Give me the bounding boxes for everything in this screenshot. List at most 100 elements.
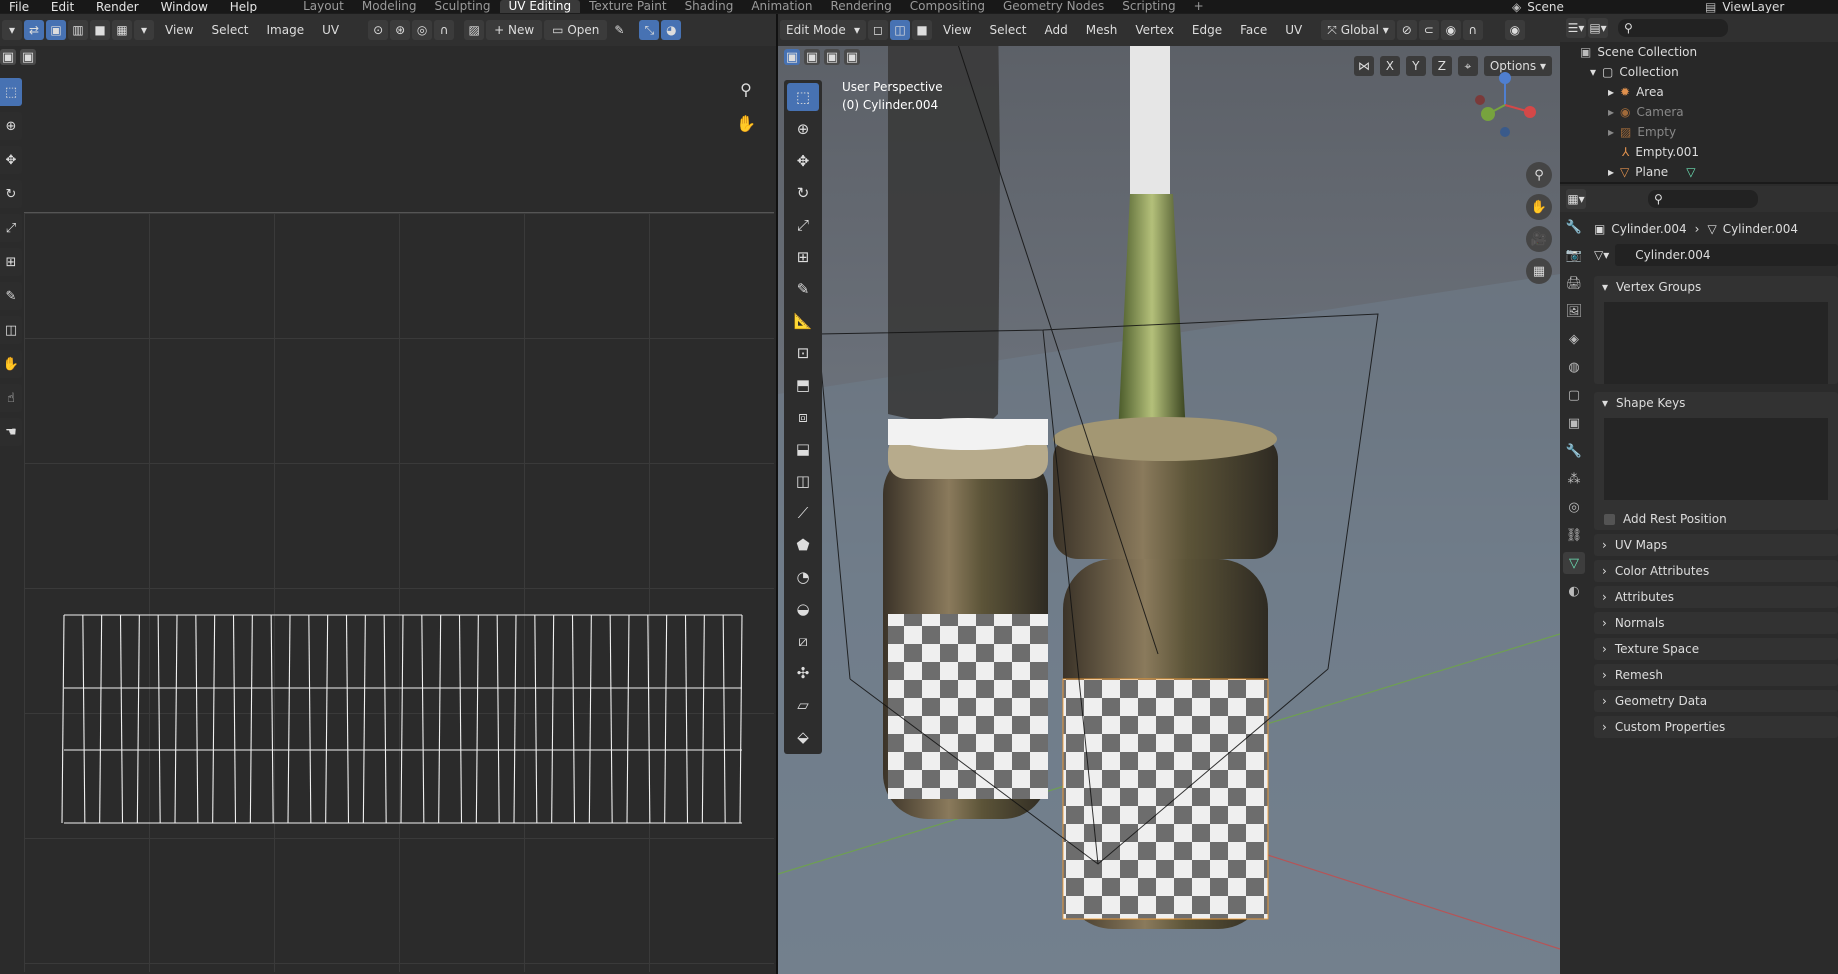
collection-icon[interactable]: ▢ [1563,384,1585,406]
uv-maps-panel[interactable]: › UV Maps [1594,534,1838,556]
vp-menu-select[interactable]: Select [989,23,1026,37]
falloff-icon[interactable]: ∩ [434,20,455,40]
attributes-panel[interactable]: › Attributes [1594,586,1838,608]
vp-menu-edge[interactable]: Edge [1192,23,1222,37]
view-layer-icon[interactable]: 🖼 [1563,300,1585,322]
loop-cut-icon[interactable]: ◫ [787,467,819,495]
tool-icon[interactable]: 🔧 [1563,216,1585,238]
mirror-y-toggle[interactable]: Y [1405,56,1426,76]
vertex-groups-list[interactable] [1604,302,1828,384]
uv-menu-view[interactable]: View [165,23,193,37]
expand-arrow-icon[interactable]: ▸ [1608,105,1614,119]
pivot-point-icon[interactable]: ⊘ [1396,20,1417,40]
outliner-search-input[interactable]: ⚲ [1618,19,1728,37]
outliner-item-empty[interactable]: ▸ ▨ Empty [1560,122,1838,142]
color-attributes-panel[interactable]: › Color Attributes [1594,560,1838,582]
poly-build-icon[interactable]: ⬟ [787,531,819,559]
rotate-icon[interactable]: ↻ [787,179,819,207]
perspective-grid-icon[interactable]: ▦ [1526,258,1552,284]
gizmo-icon[interactable]: ⤡ [639,20,660,40]
render-icon[interactable]: 📷 [1563,244,1585,266]
transform-icon[interactable]: ⊞ [787,243,819,271]
scale-icon[interactable]: ⤢ [787,211,819,239]
smooth-icon[interactable]: ◒ [787,595,819,623]
shear-icon[interactable]: ▱ [787,691,819,719]
tab-animation[interactable]: Animation [742,0,821,13]
shape-keys-header[interactable]: ▾ Shape Keys [1594,392,1838,414]
tab-layout[interactable]: Layout [294,0,353,13]
vp-menu-add[interactable]: Add [1045,23,1068,37]
shrink-fatten-icon[interactable]: ✣ [787,659,819,687]
transform-icon[interactable]: ⊞ [0,248,22,276]
scene-collection-row[interactable]: ▣ Scene Collection [1560,42,1838,62]
pan-hand-icon[interactable]: ✋ [1526,194,1552,220]
select-box-icon[interactable]: ⬚ [787,83,819,111]
normals-panel[interactable]: › Normals [1594,612,1838,634]
uv-grid[interactable] [24,212,774,972]
move-icon[interactable]: ✥ [0,146,22,174]
outliner-item-area[interactable]: ▸ ✹ Area [1560,82,1838,102]
rip-icon[interactable]: ◫ [0,316,22,344]
pivot-icon[interactable]: ⊙ [368,20,389,40]
zoom-icon[interactable]: ⚲ [1526,162,1552,188]
world-icon[interactable]: ◍ [1563,356,1585,378]
spin-icon[interactable]: ◔ [787,563,819,591]
proportional-edit-icon[interactable]: ◉ [1440,20,1461,40]
edge-select-icon[interactable]: ▥ [68,20,88,40]
outliner-editor-icon[interactable]: ☰▾ [1566,18,1586,38]
tab-rendering[interactable]: Rendering [822,0,901,13]
tab-scripting[interactable]: Scripting [1113,0,1184,13]
inset-icon[interactable]: ⧈ [787,403,819,431]
rotate-icon[interactable]: ↻ [0,180,22,208]
tab-modeling[interactable]: Modeling [353,0,426,13]
face-select-icon[interactable]: ■ [90,20,110,40]
mesh-data-icon[interactable]: ▽ [1563,552,1585,574]
select-subtract-icon[interactable]: ▣ [824,49,840,65]
vp-menu-view[interactable]: View [943,23,971,37]
zoom-icon[interactable]: ⚲ [734,80,758,104]
pin-icon[interactable]: ✎ [609,20,629,40]
menu-file[interactable]: File [9,0,29,13]
uv-menu-select[interactable]: Select [211,23,248,37]
camera-view-icon[interactable]: 🎥 [1526,226,1552,252]
face-mode-icon[interactable]: ■ [912,20,932,40]
tab-geometry-nodes[interactable]: Geometry Nodes [994,0,1113,13]
expand-arrow-icon[interactable]: ▾ [1590,65,1596,79]
constraints-icon[interactable]: ⛓ [1563,524,1585,546]
scene-selector[interactable]: ◈ Scene [1512,0,1564,13]
scene-name[interactable]: Scene [1527,0,1564,13]
display-mode-icon[interactable]: ▤▾ [1588,18,1608,38]
expand-arrow-icon[interactable]: ▸ [1608,85,1614,99]
vertex-groups-header[interactable]: ▾ Vertex Groups [1594,276,1838,298]
shape-keys-list[interactable] [1604,418,1828,500]
annotate-icon[interactable]: ✎ [787,275,819,303]
menu-edit[interactable]: Edit [51,0,74,13]
select-invert-icon[interactable]: ▣ [844,49,860,65]
visibility-eye-icon[interactable]: ◉ [1504,20,1525,40]
snap-magnet-icon[interactable]: ⊂ [1418,20,1439,40]
uv-menu-uv[interactable]: UV [322,23,339,37]
uv-select-mode-box-icon[interactable]: ▣ [0,49,16,65]
sync-selection-icon[interactable]: ⇄ [24,20,44,40]
new-image-button[interactable]: + New [486,20,543,40]
island-select-icon[interactable]: ▦ [112,20,132,40]
material-icon[interactable]: ◐ [1563,580,1585,602]
grab-icon[interactable]: ✋ [0,350,22,378]
open-image-button[interactable]: ▭ Open [544,20,608,40]
menu-help[interactable]: Help [230,0,257,13]
vp-menu-vertex[interactable]: Vertex [1135,23,1174,37]
view-layer-name[interactable]: ViewLayer [1722,0,1784,13]
vertex-select-icon[interactable]: ▣ [46,20,66,40]
outliner-item-camera[interactable]: ▸ ◉ Camera [1560,102,1838,122]
mesh-browse-icon[interactable]: ▽▾ [1594,248,1609,262]
select-extend-icon[interactable]: ▣ [804,49,820,65]
tab-sculpting[interactable]: Sculpting [425,0,499,13]
3d-viewport[interactable]: Edit Mode ▾ ◻ ◫ ■ View Select Add Mesh Ve… [778,14,1560,974]
overlay-icon[interactable]: ◕ [661,20,682,40]
physics-icon[interactable]: ◎ [1563,496,1585,518]
tab-shading[interactable]: Shading [676,0,743,13]
annotate-icon[interactable]: ✎ [0,282,22,310]
pan-hand-icon[interactable]: ✋ [734,114,758,138]
uv-select-mode-extend-icon[interactable]: ▣ [20,49,36,65]
add-cube-icon[interactable]: ⊡ [787,339,819,367]
